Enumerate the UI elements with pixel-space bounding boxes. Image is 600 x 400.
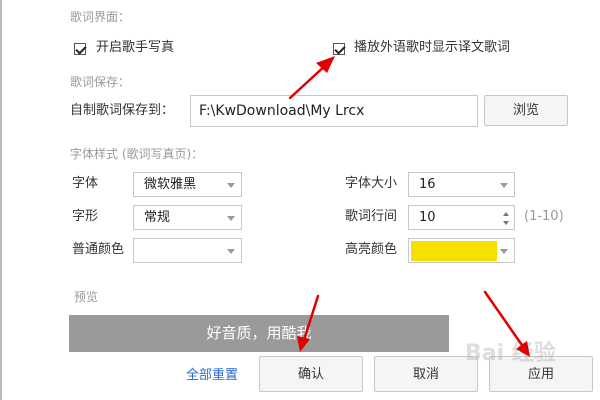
arrow-head-apply	[516, 341, 530, 357]
annotation-arrows	[288, 56, 530, 357]
arrow-shaft-confirm	[302, 294, 320, 342]
arrow-head-confirm	[297, 336, 310, 352]
arrow-shaft-translation	[288, 62, 329, 100]
arrow-shaft-apply	[483, 290, 526, 350]
